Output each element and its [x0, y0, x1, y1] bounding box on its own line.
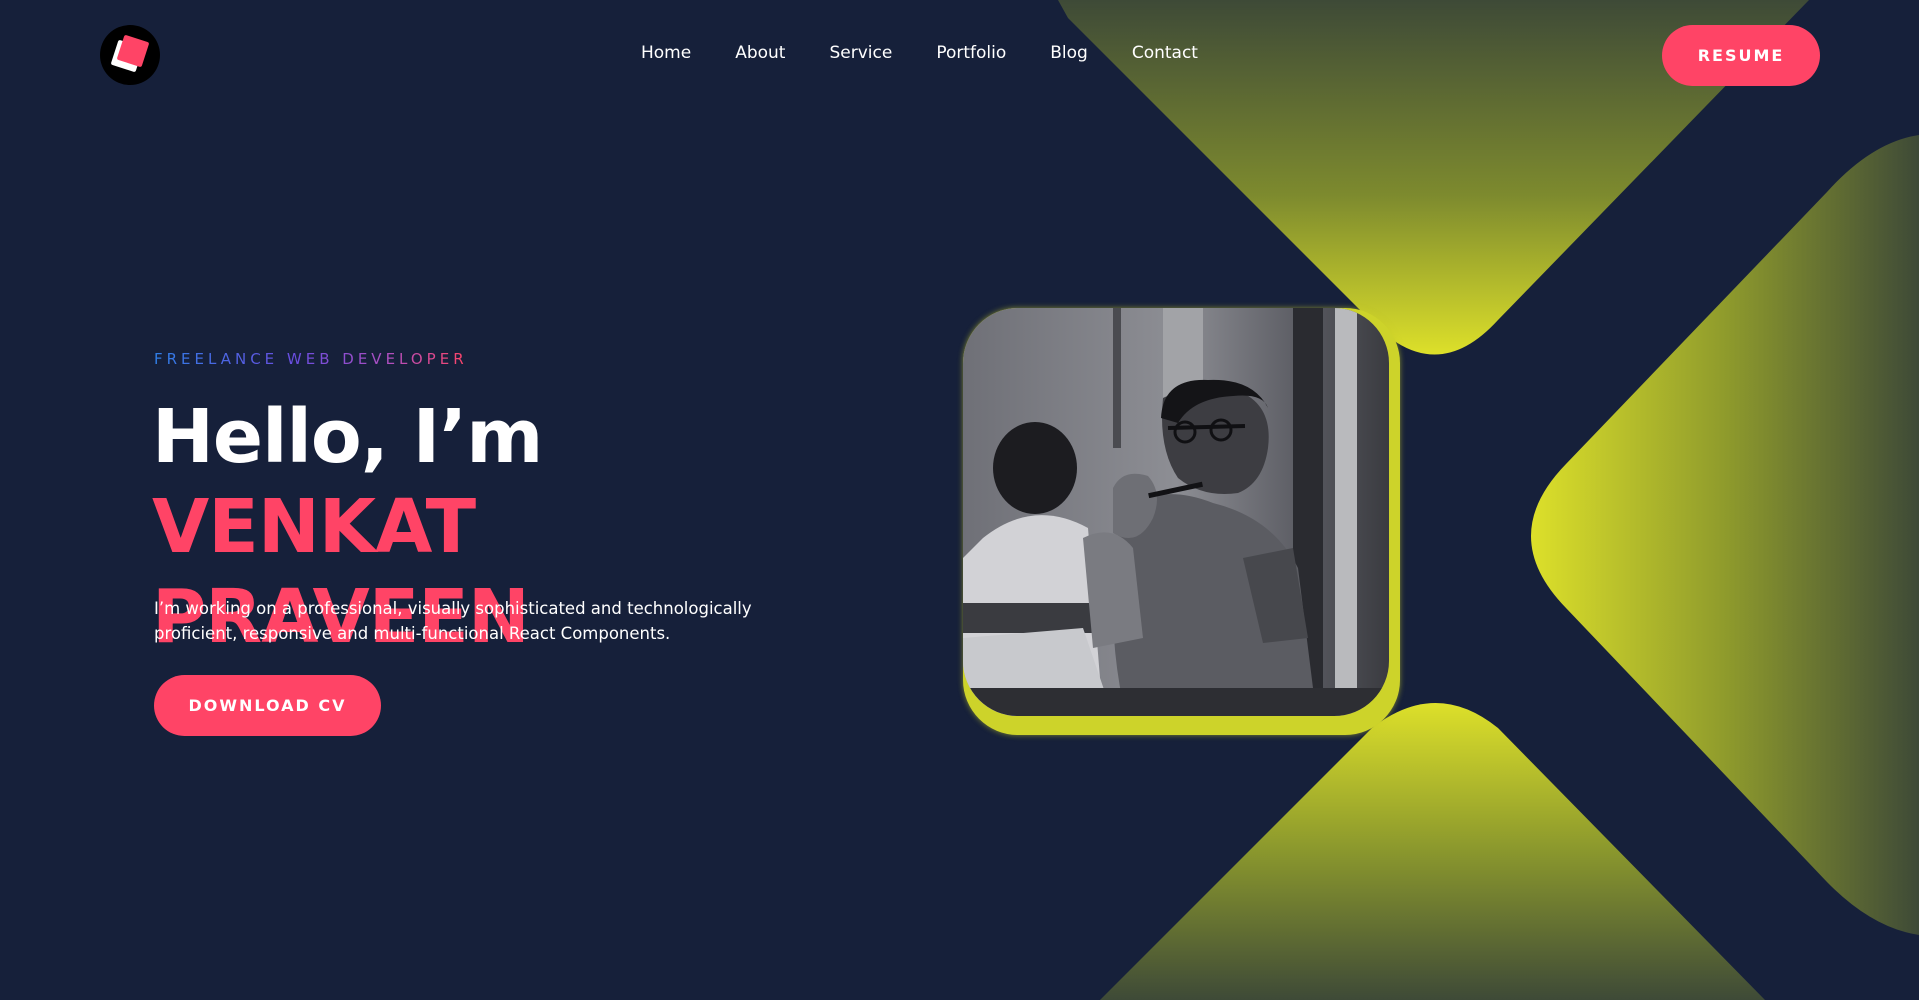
hero-greeting: Hello, I’m — [152, 394, 543, 480]
right-chevron-shape — [1531, 135, 1919, 935]
nav-item-home[interactable]: Home — [641, 43, 691, 63]
page: Home About Service Portfolio Blog Contac… — [0, 0, 1919, 1000]
nav-item-blog[interactable]: Blog — [1050, 43, 1088, 63]
hero-description: I’m working on a professional, visually … — [154, 599, 752, 643]
main-nav: Home About Service Portfolio Blog Contac… — [641, 43, 1198, 63]
profile-photo — [963, 308, 1400, 735]
nav-item-service[interactable]: Service — [829, 43, 892, 63]
bottom-chevron-shape — [1100, 703, 1765, 1000]
nav-item-portfolio[interactable]: Portfolio — [936, 43, 1006, 63]
photo-illustration — [963, 308, 1389, 716]
nav-item-about[interactable]: About — [735, 43, 785, 63]
profile-photo-image — [963, 308, 1389, 716]
download-cv-button[interactable]: DOWNLOAD CV — [154, 675, 381, 736]
resume-button[interactable]: RESUME — [1662, 25, 1820, 86]
nav-item-contact[interactable]: Contact — [1132, 43, 1198, 63]
hero-eyebrow: FREELANCE WEB DEVELOPER — [154, 350, 468, 368]
logo[interactable] — [100, 25, 160, 85]
hero-first-name: VENKAT — [152, 484, 476, 570]
